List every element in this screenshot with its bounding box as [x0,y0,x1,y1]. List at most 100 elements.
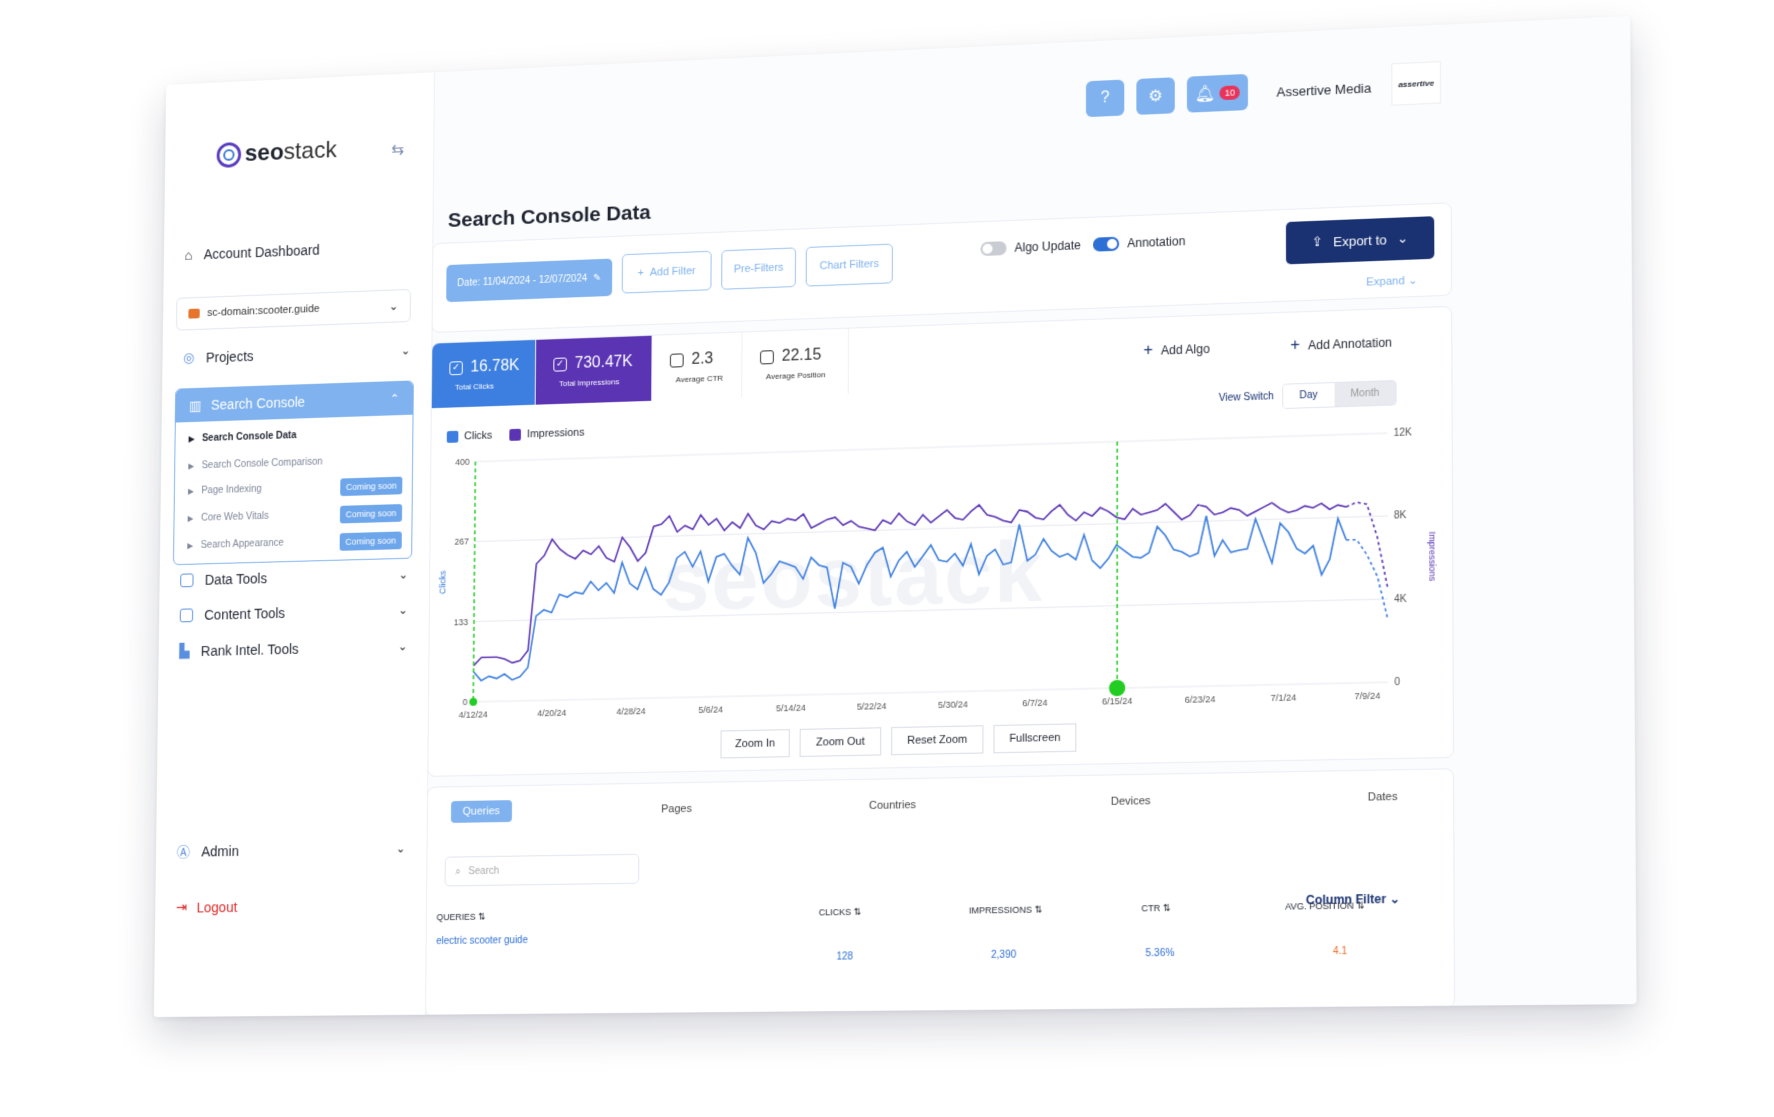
sidebar-item-label: Rank Intel. Tools [201,640,299,658]
app-window: seostack ⇆ ⌂ Account Dashboard sc-domain… [154,16,1637,1017]
sidebar-item-projects[interactable]: ◎ Projects ⌄ [183,342,410,367]
toggle-switch[interactable] [1093,237,1119,252]
add-algo-button[interactable]: + Add Algo [1143,340,1209,360]
metric-value: 730.47K [575,353,633,373]
x-tick-label: 5/14/24 [776,703,806,714]
legend-item-clicks[interactable]: Clicks [447,430,493,443]
domain-select[interactable]: sc-domain:scooter.guide ⌄ [176,289,411,331]
fullscreen-button[interactable]: Fullscreen [993,723,1076,753]
tab-dates[interactable]: Dates [1368,791,1398,804]
tab-devices[interactable]: Devices [1111,795,1151,808]
checkbox-checked-icon[interactable]: ✓ [449,361,463,375]
chevron-down-icon: ⌄ [398,603,408,617]
toggle-switch[interactable] [980,241,1006,256]
plus-icon: + [638,267,644,279]
tab-countries[interactable]: Countries [869,799,916,812]
table-cell-query[interactable]: electric scooter guide [436,935,528,947]
view-day-button[interactable]: Day [1283,383,1334,408]
y-tick-label: 0 [463,697,468,707]
logo[interactable]: seostack [217,137,337,169]
column-header-impressions[interactable]: IMPRESSIONS ⇅ [969,905,1042,917]
checkbox-checked-icon[interactable]: ✓ [553,357,567,371]
grid-line [474,599,1388,622]
export-button[interactable]: ⇪ Export to ⌄ [1286,216,1434,264]
algo-update-toggle[interactable]: Algo Update [980,238,1080,256]
sidebar-item-content-tools[interactable]: Content Tools ⌄ [180,602,408,623]
sidebar-item-account-dashboard[interactable]: ⌂ Account Dashboard [184,238,411,263]
sidebar: seostack ⇆ ⌂ Account Dashboard sc-domain… [154,72,435,1017]
chevron-down-icon: ⌄ [389,299,399,313]
table-cell-clicks: 128 [836,951,853,962]
date-range-picker[interactable]: Date: 11/04/2024 - 12/07/2024 ✎ [446,259,612,303]
metric-average-position[interactable]: 22.15 Average Position [742,329,849,398]
expand-link[interactable]: Expand ⌄ [1366,274,1417,289]
line-chart[interactable]: 0 133 267 400 0 4K 8K 12K Clicks Impressions 4/12/… [428,413,1453,760]
coming-soon-badge: Coming soon [340,531,402,550]
metric-value: 16.78K [470,357,519,376]
grid-line [475,433,1387,461]
pre-filters-button[interactable]: Pre-Filters [721,247,796,289]
sidebar-item-label: Projects [206,348,254,365]
submenu-item-page-indexing[interactable]: ▶ Page Indexing Coming soon [188,480,402,497]
expand-label: Expand [1366,275,1405,289]
page-title: Search Console Data [448,201,651,233]
help-button[interactable]: ? [1086,80,1124,118]
tab-queries[interactable]: Queries [451,800,512,823]
y-axis-label: Clicks [438,570,448,594]
search-input[interactable]: ⌕ Search [445,854,640,887]
clicks-forecast-line [1346,539,1388,621]
submenu-item-search-console-comparison[interactable]: ▶ Search Console Comparison [188,454,402,471]
content-tools-icon [180,608,193,622]
sort-icon: ⇅ [1035,905,1043,915]
sidebar-item-admin[interactable]: Ⓐ Admin ⌄ [177,838,406,861]
chevron-up-icon: ⌃ [390,392,400,406]
checkbox-icon[interactable] [760,350,774,364]
logout-button[interactable]: ⇥ Logout [176,898,237,916]
submenu-item-core-web-vitals[interactable]: ▶ Core Web Vitals Coming soon [188,507,402,524]
add-filter-button[interactable]: + Add Filter [622,251,712,294]
tab-pages[interactable]: Pages [661,803,692,816]
y2-tick-label: 0 [1394,677,1400,689]
zoom-out-button[interactable]: Zoom Out [800,727,882,757]
legend-item-impressions[interactable]: Impressions [510,427,585,441]
column-header-clicks[interactable]: CLICKS ⇅ [819,907,861,919]
collapse-sidebar-icon[interactable]: ⇆ [391,140,404,160]
column-header-avg-position[interactable]: AVG. POSITION ⇅ [1285,900,1364,912]
submenu-item-search-console-data[interactable]: ▶ Search Console Data [189,427,403,445]
chart-card: seostack ✓ 16.78K Total Clicks ✓ 730.47K T… [427,306,1454,777]
y-tick-label: 133 [454,617,469,627]
toggle-label: Annotation [1127,234,1185,250]
chart-filters-button[interactable]: Chart Filters [806,244,893,287]
y2-tick-label: 4K [1394,593,1407,605]
sidebar-item-search-console[interactable]: ▥ Search Console ⌃ [176,381,413,422]
column-header-ctr[interactable]: CTR ⇅ [1141,903,1170,915]
view-month-button[interactable]: Month [1334,381,1396,406]
zoom-in-button[interactable]: Zoom In [720,729,789,758]
edit-icon: ✎ [593,272,601,283]
table-cell-avg-position: 4.1 [1333,946,1347,957]
annotation-toggle[interactable]: Annotation [1093,234,1185,252]
metric-average-ctr[interactable]: 2.3 Average CTR [652,332,742,400]
metric-total-clicks[interactable]: ✓ 16.78K Total Clicks [432,340,536,408]
notifications-button[interactable]: 🔔︎ 10 [1187,74,1248,113]
sidebar-item-rank-intel-tools[interactable]: ▙ Rank Intel. Tools ⌄ [179,637,407,659]
upload-icon: ⇪ [1312,234,1323,251]
coming-soon-badge: Coming soon [340,504,402,523]
add-annotation-button[interactable]: + Add Annotation [1290,333,1392,355]
button-label: Export to [1333,232,1387,249]
submenu-item-label: Page Indexing [201,484,261,497]
metric-total-impressions[interactable]: ✓ 730.47K Total Impressions [536,336,653,405]
column-header-queries[interactable]: QUERIES ⇅ [436,912,485,924]
reset-zoom-button[interactable]: Reset Zoom [891,725,983,755]
submenu-item-search-appearance[interactable]: ▶ Search Appearance Coming soon [187,534,402,551]
submenu-item-label: Core Web Vitals [201,511,269,524]
user-name[interactable]: Assertive Media [1276,80,1371,99]
checkbox-icon[interactable] [670,353,684,367]
x-tick-label: 6/15/24 [1102,696,1133,707]
sidebar-item-data-tools[interactable]: Data Tools ⌄ [180,567,408,589]
metric-label: Average Position [760,369,848,381]
annotation-marker-dot [469,698,477,706]
x-tick-label: 4/28/24 [616,706,645,717]
settings-button[interactable]: ⚙ [1136,77,1174,115]
user-avatar[interactable]: assertive [1391,61,1441,106]
